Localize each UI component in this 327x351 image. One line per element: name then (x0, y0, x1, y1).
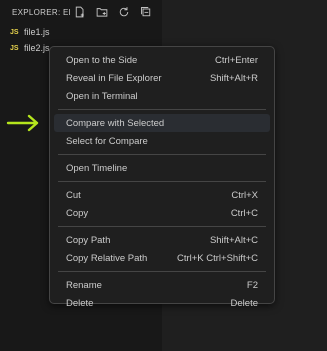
menu-item-shortcut: Ctrl+K Ctrl+Shift+C (176, 252, 258, 264)
menu-item-shortcut: Ctrl+Enter (214, 54, 258, 66)
file-name: file2.js (24, 43, 50, 53)
menu-item-shortcut: Shift+Alt+C (209, 234, 258, 246)
menu-item-copy[interactable]: Copy Ctrl+C (54, 204, 270, 222)
menu-item-copy-relative-path[interactable]: Copy Relative Path Ctrl+K Ctrl+Shift+C (54, 249, 270, 267)
menu-item-label: Delete (66, 297, 94, 309)
menu-item-label: Compare with Selected (66, 117, 165, 129)
menu-item-label: Open Timeline (66, 162, 128, 174)
menu-item-label: Cut (66, 189, 81, 201)
refresh-icon[interactable] (116, 4, 132, 20)
javascript-file-icon: JS (10, 28, 19, 36)
menu-item-label: Reveal in File Explorer (66, 72, 162, 84)
menu-item-shortcut: Ctrl+X (231, 189, 258, 201)
collapse-all-icon[interactable] (138, 4, 154, 20)
menu-item-label: Rename (66, 279, 102, 291)
menu-separator (58, 226, 266, 227)
menu-separator (58, 181, 266, 182)
menu-item-rename[interactable]: Rename F2 (54, 276, 270, 294)
menu-item-open-timeline[interactable]: Open Timeline (54, 159, 270, 177)
menu-item-shortcut: Shift+Alt+R (209, 72, 258, 84)
menu-item-delete[interactable]: Delete Delete (54, 294, 270, 312)
menu-item-copy-path[interactable]: Copy Path Shift+Alt+C (54, 231, 270, 249)
menu-item-reveal-in-file-explorer[interactable]: Reveal in File Explorer Shift+Alt+R (54, 69, 270, 87)
menu-item-select-for-compare[interactable]: Select for Compare (54, 132, 270, 150)
menu-item-label: Select for Compare (66, 135, 148, 147)
explorer-actions (72, 4, 154, 20)
menu-item-label: Open in Terminal (66, 90, 138, 102)
context-menu: Open to the Side Ctrl+Enter Reveal in Fi… (49, 46, 275, 309)
annotation-arrow-icon (6, 114, 39, 132)
menu-item-cut[interactable]: Cut Ctrl+X (54, 186, 270, 204)
explorer-header: EXPLORER: ED... (0, 0, 162, 24)
new-folder-icon[interactable] (94, 4, 110, 20)
menu-item-open-in-terminal[interactable]: Open in Terminal (54, 87, 270, 105)
menu-item-compare-with-selected[interactable]: Compare with Selected (54, 114, 270, 132)
menu-item-shortcut: Ctrl+C (230, 207, 258, 219)
file-name: file1.js (24, 27, 50, 37)
explorer-title: EXPLORER: ED... (12, 7, 70, 17)
menu-separator (58, 109, 266, 110)
menu-separator (58, 271, 266, 272)
new-file-icon[interactable] (72, 4, 88, 20)
javascript-file-icon: JS (10, 44, 19, 52)
menu-item-shortcut: F2 (246, 279, 258, 291)
menu-item-label: Copy Relative Path (66, 252, 148, 264)
file-item-file1[interactable]: JS file1.js (0, 24, 162, 40)
menu-item-open-to-side[interactable]: Open to the Side Ctrl+Enter (54, 51, 270, 69)
menu-item-shortcut: Delete (230, 297, 258, 309)
menu-separator (58, 154, 266, 155)
menu-item-label: Copy Path (66, 234, 111, 246)
menu-item-label: Copy (66, 207, 89, 219)
menu-item-label: Open to the Side (66, 54, 138, 66)
